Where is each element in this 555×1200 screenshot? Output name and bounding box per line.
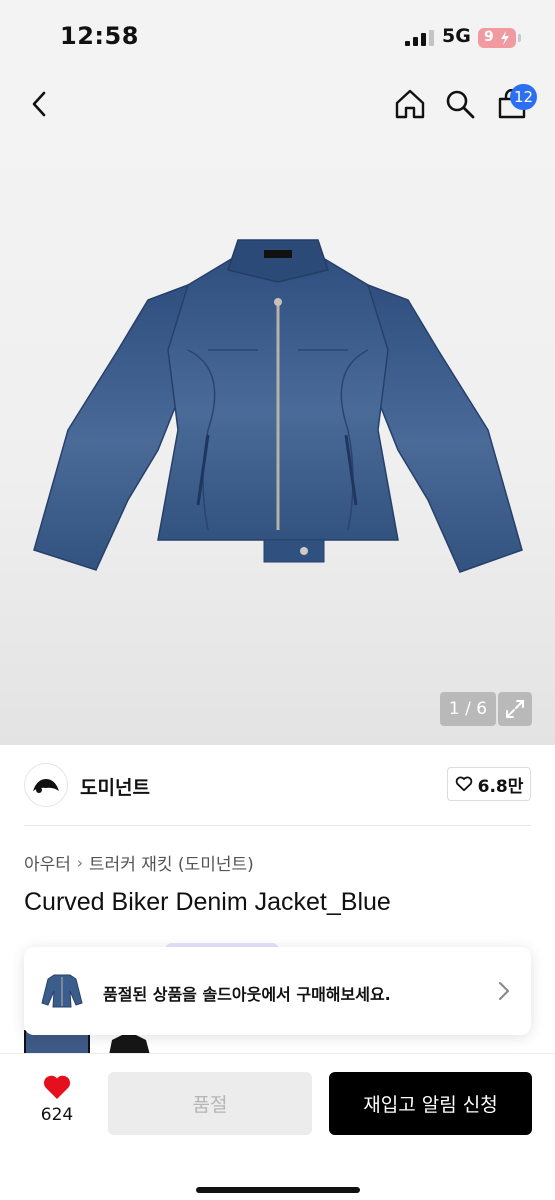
nav-bar [0, 72, 555, 142]
breadcrumb-category[interactable]: 아우터 [24, 850, 71, 875]
chevron-right-icon: › [76, 853, 83, 872]
restock-alert-button[interactable]: 재입고 알림 신청 [329, 1072, 532, 1135]
battery-icon: 9 [478, 28, 516, 48]
soldout-button: 품절 [108, 1072, 312, 1135]
wish-button[interactable]: 624 [30, 1074, 84, 1136]
breadcrumb: 아우터 › 트러커 재킷 (도미넌트) [24, 850, 254, 876]
product-image [33, 239, 523, 573]
product-title: Curved Biker Denim Jacket_Blue [24, 888, 391, 916]
status-time: 12:58 [60, 22, 139, 50]
brand-logo-icon [33, 779, 59, 793]
battery-tip [518, 34, 521, 42]
search-button[interactable] [440, 84, 480, 124]
cart-count-badge: 12 [510, 84, 538, 110]
heart-outline-icon [455, 776, 472, 792]
expand-image-button[interactable] [498, 692, 532, 726]
brand-row: 도미넌트 6.8만 [0, 745, 555, 825]
brand-like-button[interactable]: 6.8만 [447, 767, 531, 801]
home-icon [395, 89, 425, 119]
brand-like-count: 6.8만 [477, 776, 524, 797]
chevron-right-icon [499, 982, 509, 1000]
battery-level: 9 [484, 29, 494, 45]
soldout-banner[interactable]: 품절된 상품을 솔드아웃에서 구매해보세요. [24, 947, 531, 1035]
soldout-banner-text: 품절된 상품을 솔드아웃에서 구매해보세요. [103, 985, 391, 1004]
expand-icon [506, 700, 524, 718]
home-indicator [196, 1187, 360, 1193]
back-button[interactable] [20, 84, 60, 124]
product-image-carousel[interactable]: 1 / 6 [0, 142, 555, 745]
brand-name[interactable]: 도미넌트 [80, 773, 150, 800]
signal-icon [405, 30, 434, 46]
back-arrow-icon [32, 91, 46, 117]
soldout-product-thumbnail [41, 974, 83, 1008]
image-pager: 1 / 6 [440, 692, 496, 726]
home-button[interactable] [390, 84, 430, 124]
brand-logo[interactable] [24, 763, 68, 807]
divider [24, 825, 531, 826]
network-type: 5G [442, 25, 471, 47]
bottom-action-bar: 624 품절 재입고 알림 신청 [0, 1053, 555, 1200]
status-bar: 12:58 5G 9 [0, 0, 555, 72]
heart-filled-icon [43, 1075, 71, 1099]
wish-count: 624 [40, 1105, 74, 1125]
breadcrumb-subcategory[interactable]: 트러커 재킷 (도미넌트) [89, 850, 254, 875]
search-icon [446, 90, 475, 119]
